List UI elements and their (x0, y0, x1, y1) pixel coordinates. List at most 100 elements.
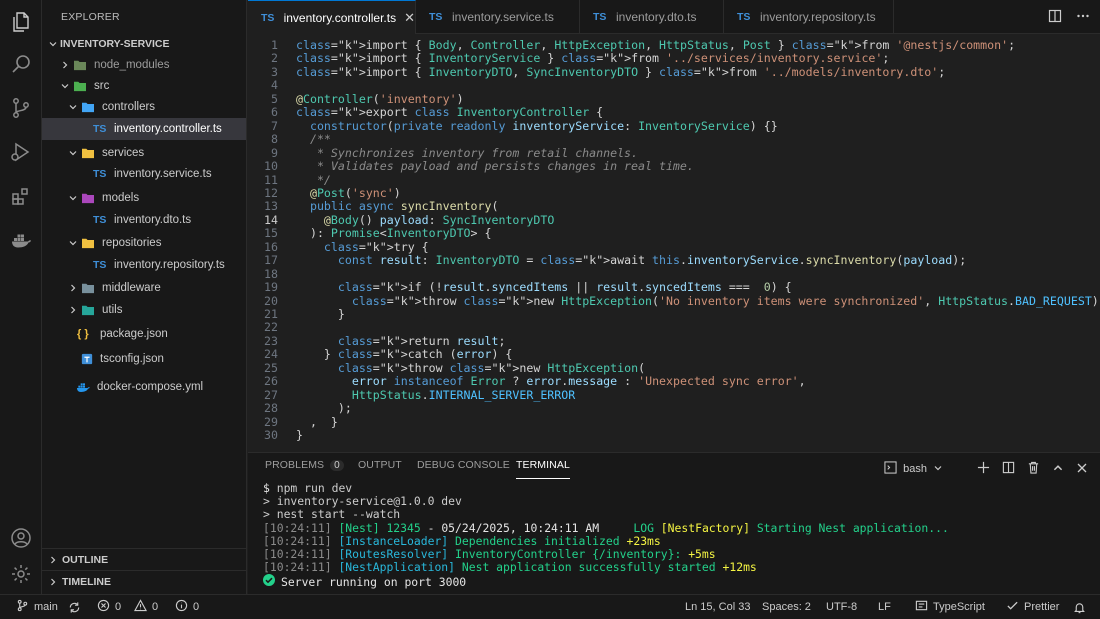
code-line[interactable]: error instanceof Error ? error.message :… (296, 374, 806, 388)
tree-item-repositories[interactable]: repositories (42, 232, 246, 254)
tree-item-inventory-repository[interactable]: TS inventory.repository.ts (42, 254, 246, 276)
errors-indicator[interactable]: 0 (97, 595, 121, 619)
warning-count: 0 (152, 601, 159, 613)
code-line[interactable]: , } (296, 415, 338, 429)
docker-icon[interactable] (0, 220, 42, 260)
language-mode[interactable]: TypeScript (915, 595, 985, 619)
code-line[interactable]: * Validates payload and persists changes… (296, 159, 694, 173)
code-line[interactable]: HttpStatus.INTERNAL_SERVER_ERROR (296, 388, 575, 402)
code-line[interactable]: class="k">export class InventoryControll… (296, 105, 603, 119)
tab-inventory-dto[interactable]: TS inventory.dto.ts (580, 0, 724, 34)
formatter-indicator[interactable]: Prettier (1006, 595, 1059, 619)
sync-icon[interactable] (68, 595, 81, 619)
code-line[interactable]: class="k">throw class="k">new HttpExcept… (296, 361, 645, 375)
warnings-indicator[interactable]: 0 (133, 595, 159, 619)
tree-item-docker-compose[interactable]: docker-compose.yml (42, 376, 246, 398)
terminal-shell-selector[interactable]: bash (884, 461, 943, 477)
indentation[interactable]: Spaces: 2 (762, 595, 811, 619)
code-line[interactable]: * Synchronizes inventory from retail cha… (296, 146, 638, 160)
chevron-down-icon (66, 236, 80, 250)
code-editor[interactable]: 1 2 3 4 5 6 7 8 9 10 11 12 13 14 15 16 17 18 19 20 21 22 23 24 2… (248, 35, 1100, 451)
warning-icon (133, 599, 148, 615)
tab-label: TERMINAL (516, 459, 570, 471)
settings-gear-icon[interactable] (0, 554, 42, 594)
split-terminal-icon[interactable] (1002, 461, 1015, 477)
tree-item-node-modules[interactable]: node_modules (42, 54, 246, 76)
log-date: - 05/24/2025, 10:24:11 AM (420, 521, 600, 535)
tab-inventory-controller[interactable]: TS inventory.controller.ts ✕ (248, 0, 416, 34)
notifications-bell-icon[interactable] (1073, 595, 1086, 619)
end-of-line[interactable]: LF (878, 595, 891, 619)
tree-item-label: middleware (102, 282, 161, 294)
branch-indicator[interactable]: main (16, 595, 58, 619)
tab-inventory-service[interactable]: TS inventory.service.ts (416, 0, 580, 34)
code-line[interactable]: @Body() payload: SyncInventoryDTO (296, 213, 554, 227)
terminal-log-line: [10:24:11] [RoutesResolver] InventoryCon… (263, 547, 716, 561)
tab-terminal[interactable]: TERMINAL (516, 459, 570, 479)
chevron-right-icon (66, 281, 80, 295)
line-number: 12 (264, 185, 278, 200)
cursor-position[interactable]: Ln 15, Col 33 (685, 595, 750, 619)
code-line[interactable]: public async syncInventory( (296, 199, 499, 213)
tree-item-services[interactable]: services (42, 142, 246, 164)
code-line[interactable]: /** (296, 132, 331, 146)
activity-bar (0, 0, 42, 594)
extensions-icon[interactable] (0, 176, 42, 216)
code-line[interactable]: class="k">try { (296, 240, 429, 254)
code-line[interactable]: @Post('sync') (296, 186, 401, 200)
code-line[interactable]: class="k">if (!result.syncedItems || res… (296, 280, 792, 294)
tree-item-inventory-dto[interactable]: TS inventory.dto.ts (42, 209, 246, 231)
search-icon[interactable] (0, 44, 42, 84)
source-control-icon[interactable] (0, 88, 42, 128)
tree-item-controllers[interactable]: controllers (42, 96, 246, 118)
outline-section[interactable]: OUTLINE (42, 548, 246, 570)
timeline-section[interactable]: TIMELINE (42, 570, 246, 592)
code-line[interactable]: constructor(private readonly inventorySe… (296, 119, 778, 133)
account-icon[interactable] (0, 518, 42, 558)
code-line[interactable]: class="k">return result; (296, 334, 506, 348)
line-number: 21 (264, 307, 278, 321)
error-icon (97, 599, 110, 615)
code-line[interactable]: class="k">import { InventoryDTO, SyncInv… (296, 65, 945, 79)
tree-item-utils[interactable]: utils (42, 299, 246, 321)
chevron-up-icon[interactable] (1052, 462, 1064, 477)
split-editor-icon[interactable] (1048, 9, 1062, 26)
tree-item-src[interactable]: src (42, 75, 246, 97)
code-line[interactable]: } (296, 428, 303, 442)
project-root[interactable]: INVENTORY-SERVICE (42, 33, 246, 55)
tree-item-inventory-service[interactable]: TS inventory.service.ts (42, 163, 246, 185)
tree-item-models[interactable]: models (42, 187, 246, 209)
files-icon[interactable] (0, 2, 42, 42)
close-icon[interactable]: ✕ (404, 10, 415, 26)
code-line[interactable]: } class="k">catch (error) { (296, 347, 513, 361)
tab-output[interactable]: OUTPUT (358, 459, 402, 479)
code-line[interactable]: ); (296, 401, 352, 415)
tree-item-tsconfig-json[interactable]: tsconfig.json (42, 348, 246, 370)
code-line[interactable]: */ (296, 173, 331, 187)
code-line[interactable]: @Controller('inventory') (296, 92, 464, 106)
tree-item-inventory-controller[interactable]: TS inventory.controller.ts (42, 118, 246, 140)
tree-item-middleware[interactable]: middleware (42, 277, 246, 299)
new-terminal-icon[interactable] (977, 461, 990, 477)
code-line[interactable]: class="k">throw class="k">new HttpExcept… (296, 294, 1100, 308)
code-line[interactable]: class="k">import { InventoryService } cl… (296, 51, 889, 65)
line-number: 24 (264, 347, 278, 362)
code-line[interactable]: class="k">import { Body, Controller, Htt… (296, 38, 1015, 52)
line-number: 28 (264, 401, 278, 416)
close-panel-icon[interactable] (1076, 462, 1088, 477)
status-bar: main 0 0 0 Ln 15, Col 33 Spaces: 2 UTF-8… (0, 594, 1100, 619)
code-line[interactable]: ): Promise<InventoryDTO> { (296, 226, 492, 240)
tab-inventory-repository[interactable]: TS inventory.repository.ts (724, 0, 894, 34)
run-debug-icon[interactable] (0, 132, 42, 172)
code-line[interactable]: } (296, 307, 345, 321)
trash-icon[interactable] (1027, 461, 1040, 477)
tree-item-package-json[interactable]: { } package.json (42, 323, 246, 345)
tree-item-label: package.json (100, 328, 168, 340)
tab-label: PROBLEMS (265, 459, 325, 471)
tab-problems[interactable]: PROBLEMS 0 (265, 459, 344, 479)
encoding[interactable]: UTF-8 (826, 595, 857, 619)
code-line[interactable]: const result: InventoryDTO = class="k">a… (296, 253, 966, 267)
tab-debug-console[interactable]: DEBUG CONSOLE (417, 459, 510, 479)
more-actions-icon[interactable] (1076, 9, 1090, 26)
info-indicator[interactable]: 0 (175, 595, 199, 619)
